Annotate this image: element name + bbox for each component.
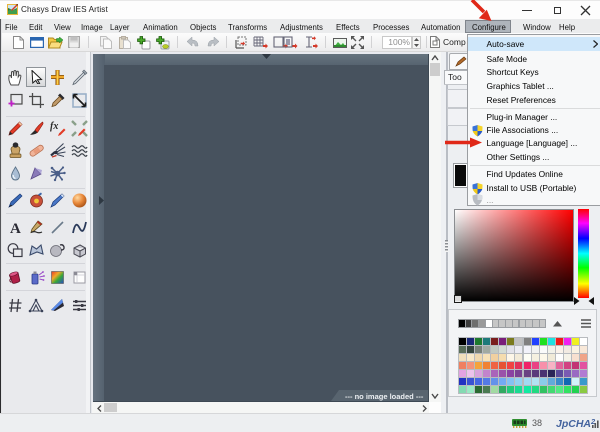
svg-text:A: A bbox=[10, 221, 21, 236]
svg-text:fx: fx bbox=[50, 121, 58, 132]
